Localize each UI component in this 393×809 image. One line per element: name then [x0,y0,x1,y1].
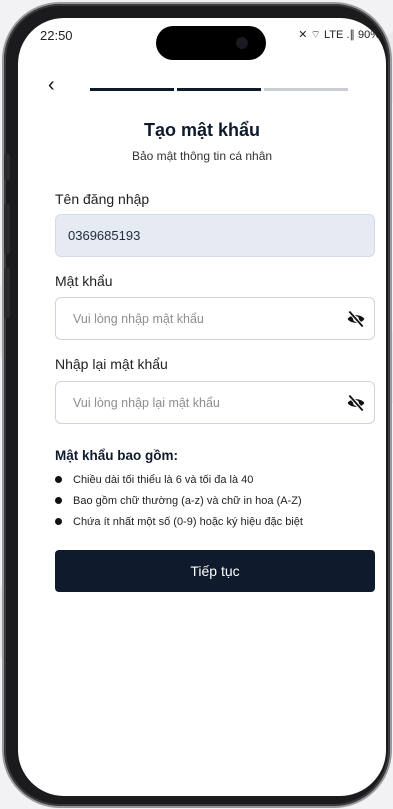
camera-icon [236,37,248,49]
page-title: Tạo mật khẩu [143,120,261,140]
password-label: Mật khẩu [55,273,113,289]
side-button [4,268,10,318]
username-label: Tên đăng nhập [55,191,150,207]
bullet-icon [55,475,62,483]
eye-off-icon[interactable] [346,309,366,329]
rule-text: Chứa ít nhất một số (0-9) hoặc ký hiệu đ… [73,516,303,528]
confirm-password-placeholder: Vui lòng nhập lại mật khẩu [73,396,220,410]
confirm-password-label: Nhập lại mật khẩu [55,356,168,372]
password-rule: Bao gồm chữ thường (a-z) và chữ in hoa (… [55,495,302,507]
rule-text: Bao gồm chữ thường (a-z) và chữ in hoa (… [73,495,302,507]
continue-button[interactable]: Tiếp tục [55,550,375,592]
eye-off-icon[interactable] [346,393,366,413]
password-rule: Chiều dài tối thiểu là 6 và tối đa là 40 [55,474,253,486]
back-button[interactable]: ‹ [48,74,55,97]
side-button [4,154,10,180]
side-button [4,204,10,254]
page-subtitle: Bảo mật thông tin cá nhân [131,149,273,163]
password-rule: Chứa ít nhất một số (0-9) hoặc ký hiệu đ… [55,516,303,528]
confirm-password-field[interactable]: Vui lòng nhập lại mật khẩu [55,381,375,424]
rule-text: Chiều dài tối thiểu là 6 và tối đa là 40 [73,474,254,486]
status-indicators: ✕ ⌔ LTE .∥ 90% [298,29,380,41]
bullet-icon [55,517,62,525]
password-placeholder: Vui lòng nhập mật khẩu [73,312,204,326]
username-field[interactable]: 0369685193 [55,214,375,257]
dynamic-island [156,26,266,60]
screen: 22:50 ✕ ⌔ LTE .∥ 90% ‹ Tạo mật khẩu Bảo … [18,18,386,796]
progress-step-2 [177,88,261,91]
status-time: 22:50 [40,28,73,43]
bullet-icon [55,496,62,504]
password-rules-title: Mật khẩu bao gồm: [55,448,179,463]
phone-frame: 22:50 ✕ ⌔ LTE .∥ 90% ‹ Tạo mật khẩu Bảo … [4,4,390,806]
password-field[interactable]: Vui lòng nhập mật khẩu [55,297,375,340]
progress-step-3 [264,88,348,91]
progress-step-1 [90,88,174,91]
